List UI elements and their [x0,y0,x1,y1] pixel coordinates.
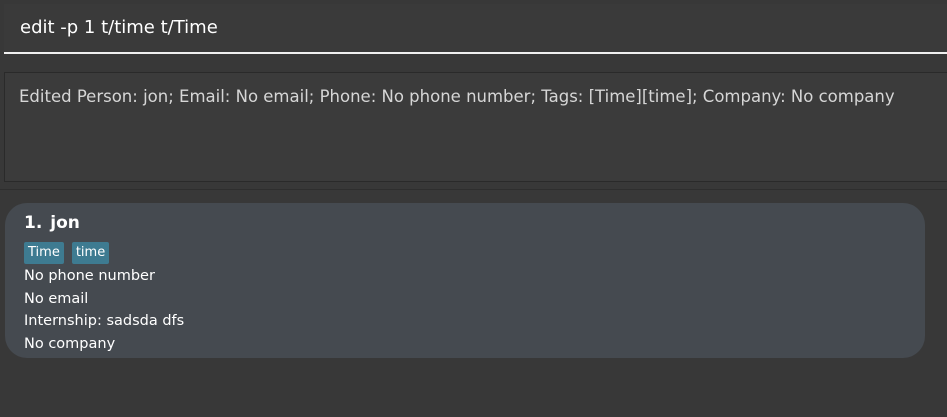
command-box [0,0,947,64]
command-input[interactable] [4,4,947,54]
tag: time [71,242,110,264]
app-window: Edited Person: jon; Email: No email; Pho… [0,0,947,417]
person-name: jon [50,213,80,233]
person-index: 1. [24,213,43,233]
person-list[interactable]: 1. jon Time time No phone number No emai… [0,189,947,417]
person-email: No email [24,290,89,307]
person-card[interactable]: 1. jon Time time No phone number No emai… [5,203,925,358]
tag-list: Time time [24,242,925,264]
card-header: 1. jon [24,213,925,237]
person-phone: No phone number [24,268,155,284]
person-internship: Internship: sadsda dfs [24,313,185,329]
tag: Time [24,242,64,264]
person-company: No company [24,335,116,352]
result-message: Edited Person: jon; Email: No email; Pho… [19,87,895,106]
result-display: Edited Person: jon; Email: No email; Pho… [4,72,947,182]
